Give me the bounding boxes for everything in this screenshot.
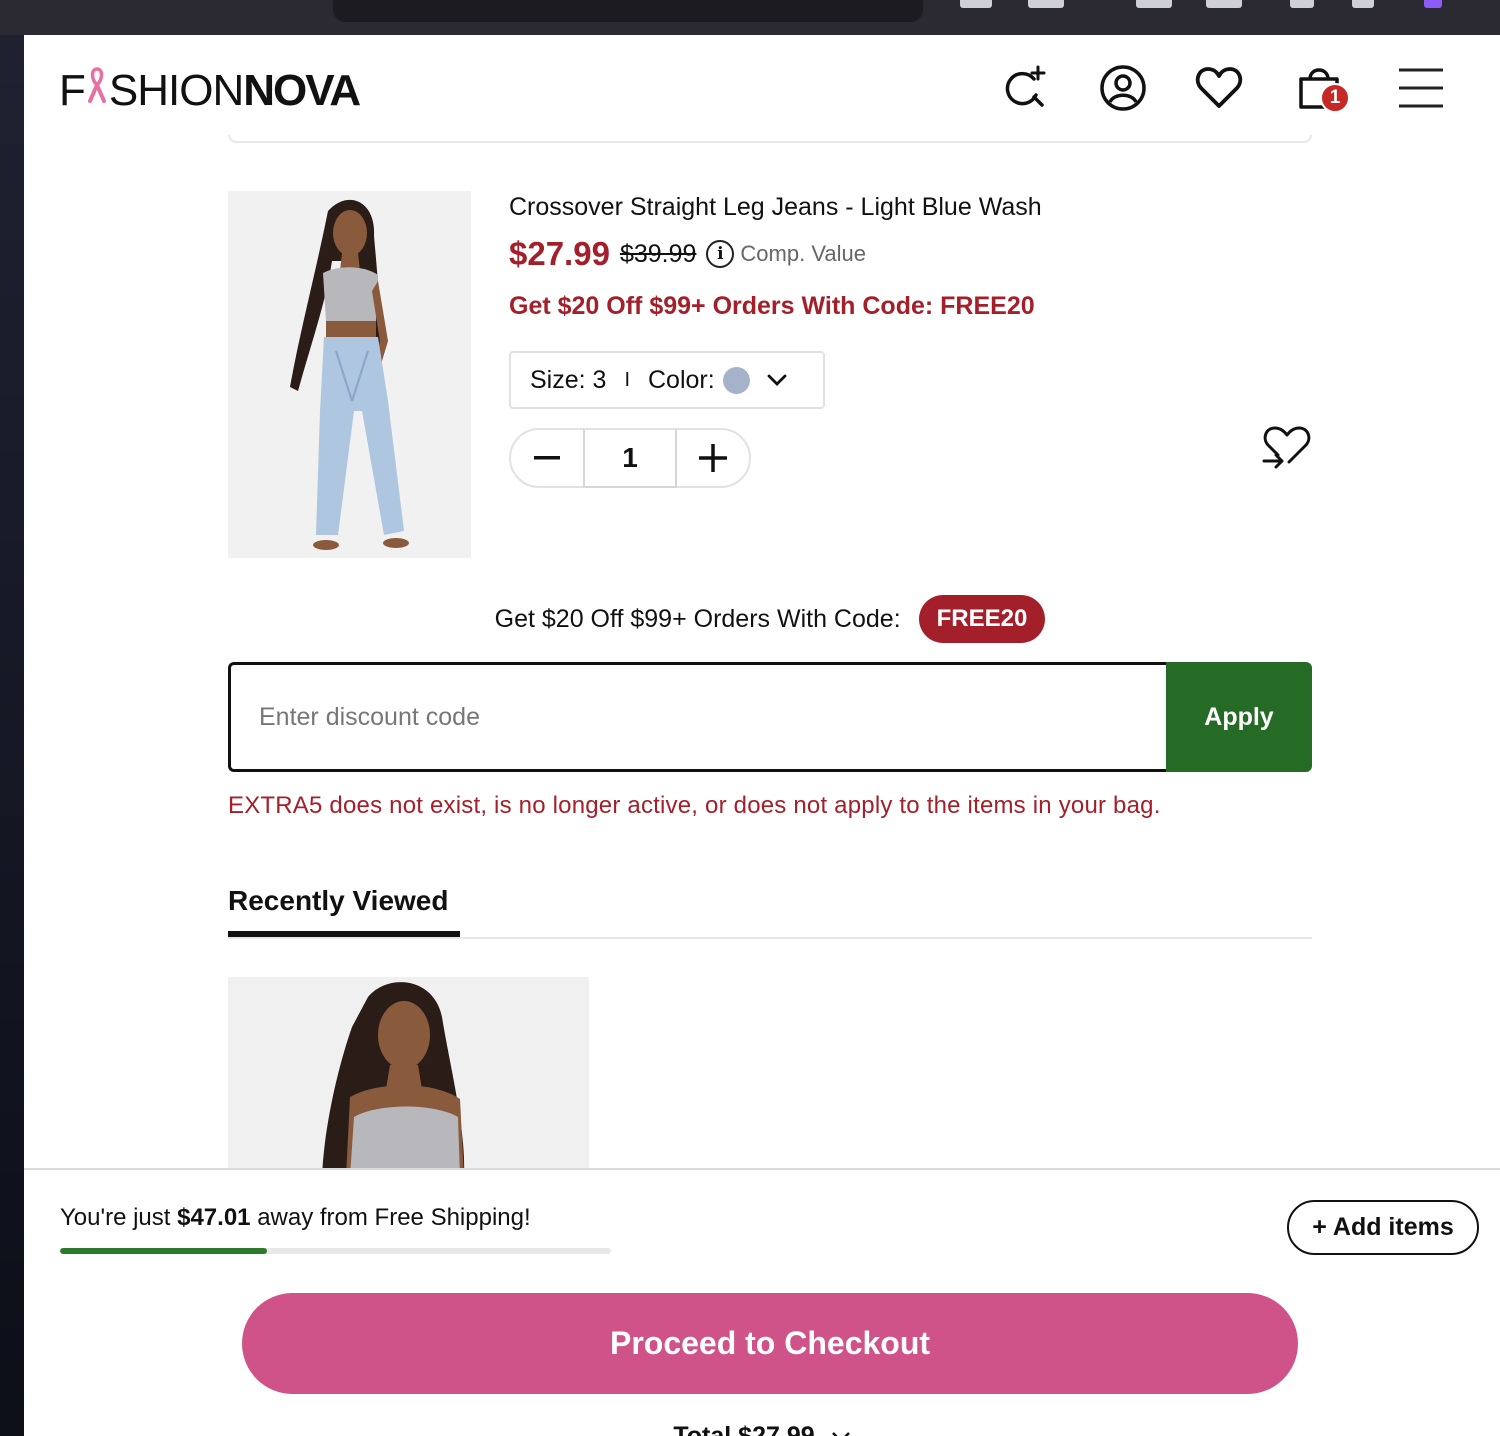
shopping-bag-icon[interactable]: 1 xyxy=(1290,63,1350,113)
logo-text-f: F xyxy=(59,66,86,115)
profile-icon[interactable] xyxy=(1424,0,1442,8)
comp-value-label: Comp. Value xyxy=(740,241,866,266)
menu-hamburger-icon[interactable] xyxy=(1396,63,1446,113)
color-label: Color: xyxy=(648,365,715,394)
shipping-suffix: away from Free Shipping! xyxy=(257,1204,531,1231)
free-shipping-message: You're just $47.01 away from Free Shippi… xyxy=(60,1204,531,1232)
order-total[interactable]: Total $27.99 xyxy=(24,1422,1500,1436)
size-label: Size: 3 xyxy=(530,365,607,394)
ai-search-icon[interactable] xyxy=(1000,63,1050,113)
promo-code-badge[interactable]: FREE20 xyxy=(918,595,1046,643)
browser-toolbar xyxy=(0,0,1500,35)
logo-text-nova: NOVA xyxy=(243,66,361,115)
quantity-value[interactable]: 1 xyxy=(583,428,677,488)
product-image[interactable] xyxy=(228,191,471,558)
extension-icon[interactable] xyxy=(1290,0,1314,8)
discount-promo-banner: Get $20 Off $99+ Orders With Code: FREE2… xyxy=(228,595,1312,643)
variant-separator: I xyxy=(624,368,630,391)
free-shipping-progress-bar xyxy=(60,1248,611,1254)
add-items-button[interactable]: + Add items xyxy=(1287,1200,1479,1255)
logo-text-shion: SHION xyxy=(108,66,244,115)
increase-quantity-button[interactable] xyxy=(677,430,749,486)
color-swatch xyxy=(722,366,750,394)
product-promo-text: Get $20 Off $99+ Orders With Code: FREE2… xyxy=(509,292,1035,320)
discount-error-message: EXTRA5 does not exist, is no longer acti… xyxy=(228,792,1161,819)
shipping-prefix: You're just xyxy=(60,1204,171,1231)
extension-icon[interactable] xyxy=(960,0,992,8)
price-row: $27.99 $39.99 i Comp. Value xyxy=(509,235,866,273)
chevron-down-icon xyxy=(766,373,788,387)
extension-icon[interactable] xyxy=(1136,0,1172,8)
extension-icon[interactable] xyxy=(1028,0,1064,8)
tab-recently-viewed[interactable]: Recently Viewed xyxy=(228,885,448,917)
discount-code-input[interactable] xyxy=(228,662,1166,772)
desktop-background xyxy=(0,35,24,1436)
decrease-quantity-button[interactable] xyxy=(511,430,583,486)
recently-viewed-product-image[interactable] xyxy=(228,977,589,1177)
discount-form: Apply xyxy=(228,662,1312,772)
info-icon[interactable]: i xyxy=(706,240,735,268)
fashion-nova-logo[interactable]: F SHION NOVA xyxy=(59,63,361,115)
extension-icon[interactable] xyxy=(1352,0,1374,8)
proceed-to-checkout-button[interactable]: Proceed to Checkout xyxy=(242,1293,1298,1394)
apply-button[interactable]: Apply xyxy=(1166,662,1312,772)
move-to-wishlist-icon[interactable] xyxy=(1262,425,1314,475)
wishlist-heart-icon[interactable] xyxy=(1194,63,1244,113)
original-price: $39.99 xyxy=(619,239,697,268)
sale-price: $27.99 xyxy=(509,235,610,272)
account-icon[interactable] xyxy=(1098,63,1148,113)
total-label: Total $27.99 xyxy=(673,1422,815,1436)
product-name[interactable]: Crossover Straight Leg Jeans - Light Blu… xyxy=(509,193,1042,222)
cart-count-badge: 1 xyxy=(1320,83,1350,113)
progress-fill xyxy=(60,1248,267,1254)
checkout-footer: You're just $47.01 away from Free Shippi… xyxy=(24,1168,1500,1436)
variant-selector[interactable]: Size: 3 I Color: xyxy=(509,351,825,409)
site-header: F SHION NOVA 1 xyxy=(24,35,1500,135)
shipping-remaining-amount: $47.01 xyxy=(177,1204,251,1231)
cart-page: F SHION NOVA 1 Crossover Straight Leg Je… xyxy=(24,35,1500,1436)
discount-promo-text: Get $20 Off $99+ Orders With Code: xyxy=(494,604,901,633)
quantity-stepper: 1 xyxy=(509,428,751,488)
extension-icon[interactable] xyxy=(1206,0,1242,8)
chevron-down-icon xyxy=(831,1431,851,1436)
tab-divider xyxy=(228,937,1312,939)
pink-ribbon-icon xyxy=(87,63,107,105)
url-bar[interactable] xyxy=(333,0,923,22)
